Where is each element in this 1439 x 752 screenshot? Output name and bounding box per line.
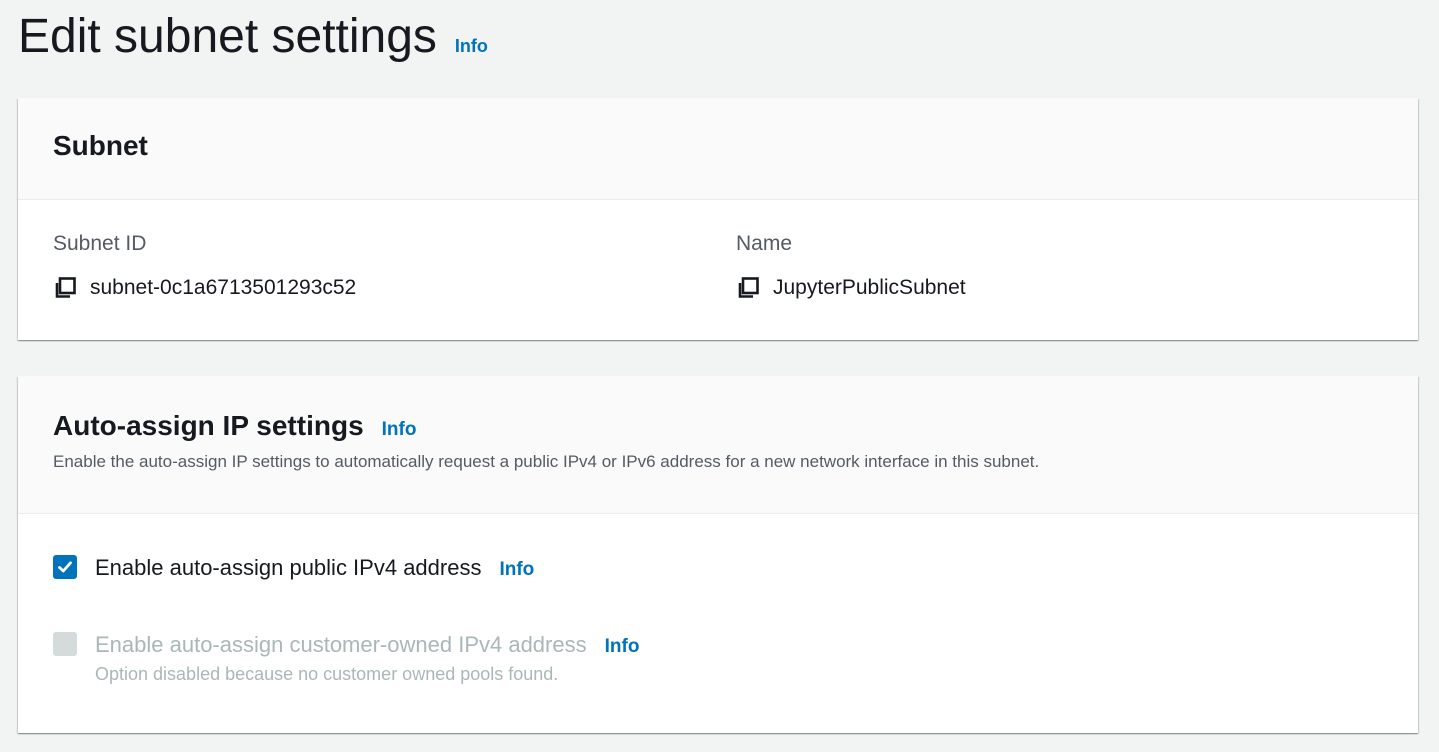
customer-owned-ipv4-checkbox bbox=[53, 632, 77, 656]
page-info-link[interactable]: Info bbox=[455, 36, 488, 57]
subnet-id-value-row: subnet-0c1a6713501293c52 bbox=[53, 276, 356, 300]
customer-owned-ipv4-info-link[interactable]: Info bbox=[605, 634, 640, 660]
auto-assign-info-link[interactable]: Info bbox=[382, 419, 417, 441]
public-ipv4-option: Enable auto-assign public IPv4 address I… bbox=[53, 555, 534, 583]
public-ipv4-label-row: Enable auto-assign public IPv4 address I… bbox=[95, 555, 534, 583]
auto-assign-panel: Auto-assign IP settings Info Enable the … bbox=[18, 376, 1418, 733]
name-field: Name JupyterPublicSubnet bbox=[736, 232, 966, 300]
auto-assign-description: Enable the auto-assign IP settings to au… bbox=[53, 452, 1040, 471]
customer-owned-ipv4-label: Enable auto-assign customer-owned IPv4 a… bbox=[95, 632, 587, 657]
public-ipv4-checkbox[interactable] bbox=[53, 555, 77, 579]
auto-assign-panel-heading: Auto-assign IP settings bbox=[53, 410, 364, 441]
name-value: JupyterPublicSubnet bbox=[773, 276, 966, 299]
checkmark-icon bbox=[58, 561, 72, 573]
subnet-id-value: subnet-0c1a6713501293c52 bbox=[90, 276, 357, 299]
subnet-panel-heading: Subnet bbox=[53, 130, 148, 161]
copy-icon[interactable] bbox=[736, 276, 760, 300]
public-ipv4-text: Enable auto-assign public IPv4 address I… bbox=[95, 555, 534, 583]
customer-owned-ipv4-option: Enable auto-assign customer-owned IPv4 a… bbox=[53, 632, 639, 685]
page-header: Edit subnet settings Info bbox=[18, 8, 488, 66]
customer-owned-ipv4-text: Enable auto-assign customer-owned IPv4 a… bbox=[95, 632, 639, 685]
auto-assign-heading-row: Auto-assign IP settings Info bbox=[53, 410, 1418, 442]
copy-icon[interactable] bbox=[53, 276, 77, 300]
name-value-row: JupyterPublicSubnet bbox=[736, 276, 966, 300]
page-title: Edit subnet settings bbox=[18, 10, 437, 63]
subnet-id-label: Subnet ID bbox=[53, 232, 147, 255]
public-ipv4-label[interactable]: Enable auto-assign public IPv4 address bbox=[95, 555, 481, 581]
subnet-panel: Subnet Subnet ID subnet-0c1a6713501293c5… bbox=[18, 98, 1418, 340]
name-label: Name bbox=[736, 232, 793, 255]
auto-assign-panel-header: Auto-assign IP settings Info Enable the … bbox=[18, 376, 1418, 514]
customer-owned-ipv4-label-row: Enable auto-assign customer-owned IPv4 a… bbox=[95, 632, 639, 660]
subnet-id-field: Subnet ID subnet-0c1a6713501293c52 bbox=[53, 232, 356, 300]
customer-owned-ipv4-helper: Option disabled because no customer owne… bbox=[95, 664, 559, 684]
public-ipv4-info-link[interactable]: Info bbox=[499, 557, 534, 583]
subnet-panel-header: Subnet bbox=[18, 98, 1418, 200]
